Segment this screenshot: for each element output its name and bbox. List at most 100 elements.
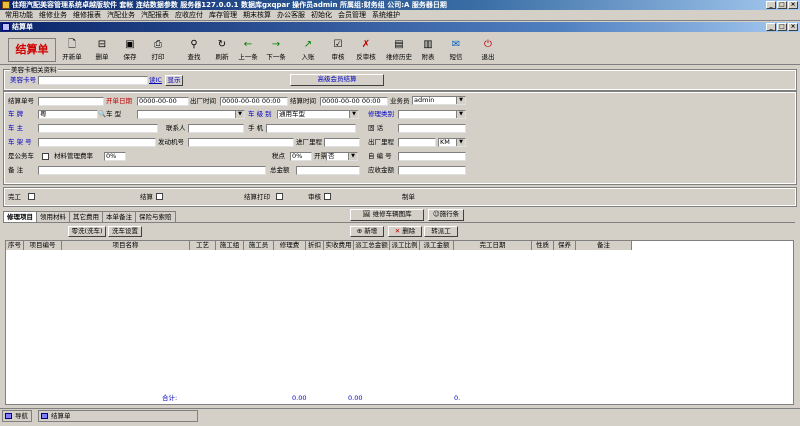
minimize-icon[interactable]: _: [766, 1, 776, 9]
unaudit-button[interactable]: ✗ 反审核: [354, 38, 378, 64]
prev-button[interactable]: ← 上一条: [236, 38, 260, 64]
tel-input[interactable]: [398, 124, 466, 133]
menu-item[interactable]: 维修业务: [36, 10, 70, 20]
done-checkbox[interactable]: [28, 193, 35, 200]
audited-checkbox[interactable]: [324, 193, 331, 200]
menu-item[interactable]: 常用功能: [2, 10, 36, 20]
level-select[interactable]: 通用车型: [277, 110, 359, 119]
menu-item[interactable]: 系统维护: [369, 10, 403, 20]
in-date-input[interactable]: 0000-00-00: [137, 97, 189, 106]
column-header[interactable]: 项目名称: [62, 241, 190, 250]
remark-input[interactable]: [38, 166, 266, 175]
engine-input[interactable]: [188, 138, 294, 147]
settle-print-label: 结算打印: [244, 193, 270, 201]
self-no-input[interactable]: [398, 152, 466, 161]
find-button[interactable]: ⚲ 查找: [182, 38, 206, 64]
menu-item[interactable]: 库存管理: [206, 10, 240, 20]
binoculars-icon: ⚲: [190, 39, 198, 50]
salesman-select[interactable]: admin: [412, 96, 466, 105]
contact-label: 联系人: [166, 124, 186, 132]
delete-bill-button[interactable]: ⊟ 删单: [90, 38, 114, 64]
column-header[interactable]: 派工金额: [420, 241, 454, 250]
out-mileage-input[interactable]: [398, 138, 436, 147]
in-mileage-input[interactable]: [324, 138, 360, 147]
column-header[interactable]: 备注: [576, 241, 632, 250]
exit-button[interactable]: ⏻ 退出: [476, 38, 500, 64]
column-header[interactable]: 保养: [554, 241, 576, 250]
column-header[interactable]: 修理费: [274, 241, 306, 250]
attach-button[interactable]: ▥ 附表: [416, 38, 440, 64]
refresh-button[interactable]: ↻ 刷新: [210, 38, 234, 64]
total-input[interactable]: [296, 166, 360, 175]
contact-input[interactable]: [188, 124, 244, 133]
new-button[interactable]: 🗋 开新单: [60, 38, 84, 64]
owner-input[interactable]: [38, 124, 158, 133]
menu-item[interactable]: 会员管理: [335, 10, 369, 20]
menu-item[interactable]: 维修报表: [70, 10, 104, 20]
public-car-checkbox[interactable]: [42, 153, 49, 160]
mgmt-fee-input[interactable]: 0%: [104, 152, 126, 161]
tech-button[interactable]: ☺施行条: [428, 209, 464, 221]
vehicle-gallery-button[interactable]: 🖼 维修车辆图库: [350, 209, 424, 221]
remove-button[interactable]: ✕ 删除: [388, 226, 422, 237]
invoice-select[interactable]: 否: [326, 152, 358, 161]
history-button[interactable]: ▤ 维修历史: [384, 38, 414, 64]
menu-item[interactable]: 应收应付: [172, 10, 206, 20]
close-icon[interactable]: ×: [788, 1, 798, 9]
column-header[interactable]: 派工比例: [390, 241, 420, 250]
audit-button[interactable]: ☑ 审核: [326, 38, 350, 64]
settle-print-checkbox[interactable]: [276, 193, 283, 200]
column-header[interactable]: 完工日期: [454, 241, 532, 250]
tax-rate-input[interactable]: 0%: [290, 152, 312, 161]
vin-input[interactable]: [38, 138, 156, 147]
add-button[interactable]: ⊕ 新增: [350, 226, 384, 237]
out-time-input[interactable]: 0000-00-00 00:00: [220, 97, 288, 106]
member-card-input[interactable]: [38, 76, 148, 85]
column-header[interactable]: 序号: [6, 241, 24, 250]
show-button[interactable]: 显示: [165, 75, 183, 86]
post-button[interactable]: ↗ 入账: [296, 38, 320, 64]
model-select[interactable]: [137, 110, 245, 119]
wash-setting-button[interactable]: 洗车设置: [108, 226, 142, 237]
menu-item[interactable]: 初始化: [308, 10, 335, 20]
menu-item[interactable]: 期末核算: [240, 10, 274, 20]
column-header[interactable]: 施工组: [216, 241, 244, 250]
column-header[interactable]: 项目编号: [24, 241, 62, 250]
next-button[interactable]: → 下一条: [264, 38, 288, 64]
nav-tab[interactable]: 导航: [2, 410, 32, 422]
mileage-unit-select[interactable]: KM: [438, 138, 466, 147]
bill-no-input[interactable]: [38, 97, 104, 106]
column-header[interactable]: 施工员: [244, 241, 274, 250]
menu-item[interactable]: 汽配业务: [104, 10, 138, 20]
wash-button[interactable]: 零洗(洗车): [68, 226, 106, 237]
sms-button[interactable]: ✉ 短信: [444, 38, 468, 64]
plate-input[interactable]: 粤: [38, 110, 98, 119]
sum-received: 0.00: [348, 394, 363, 402]
menu-item[interactable]: 办公客服: [274, 10, 308, 20]
settle-window-tab[interactable]: 结算单: [38, 410, 198, 422]
settle-time-input[interactable]: 0000-00-00 00:00: [320, 97, 388, 106]
print-button[interactable]: ⎙ 打印: [146, 38, 170, 64]
repair-items-grid[interactable]: [5, 240, 794, 405]
phone-input[interactable]: [266, 124, 356, 133]
settled-checkbox[interactable]: [156, 193, 163, 200]
column-header[interactable]: 性质: [532, 241, 554, 250]
read-card-link[interactable]: 读IC: [149, 76, 162, 85]
repair-type-select[interactable]: [398, 110, 466, 119]
menu-item[interactable]: 汽配报表: [138, 10, 172, 20]
dispatch-button[interactable]: 转派工: [424, 226, 458, 237]
close-icon[interactable]: ×: [788, 23, 798, 31]
maximize-icon[interactable]: □: [777, 23, 787, 31]
save-button[interactable]: ▣ 保存: [118, 38, 142, 64]
advanced-member-settle-button[interactable]: 高级会员结算: [290, 74, 384, 86]
maximize-icon[interactable]: □: [777, 1, 787, 9]
column-header[interactable]: 工艺: [190, 241, 216, 250]
column-header[interactable]: 实收费用: [324, 241, 354, 250]
minimize-icon[interactable]: _: [766, 23, 776, 31]
plate-search-icon[interactable]: 🔍: [98, 110, 106, 119]
done-label: 完工: [8, 193, 21, 201]
column-header[interactable]: 折扣: [306, 241, 324, 250]
column-header[interactable]: 派工总金额: [354, 241, 390, 250]
receivable-input[interactable]: [398, 166, 466, 175]
vin-label: 车 架 号: [8, 138, 32, 146]
